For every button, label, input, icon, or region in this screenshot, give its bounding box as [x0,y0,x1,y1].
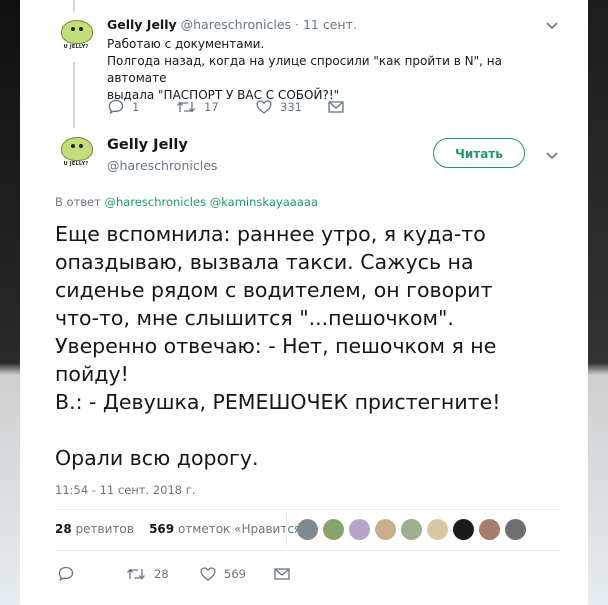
tweet-actions: 1 17 331 [108,99,344,114]
envelope-icon [328,100,344,113]
avatar-tag: U JELLY? [63,44,89,50]
like-button[interactable]: 331 [256,100,328,114]
like-button[interactable]: 569 [200,567,274,581]
retweet-stat-label: ретвитов [75,522,134,536]
tweet-timestamp[interactable]: 11:54 - 11 сент. 2018 г. [55,483,195,497]
retweet-icon [176,100,196,114]
retweet-icon [126,567,146,581]
tweet-card: U JELLY? Gelly Jelly @hareschronicles · … [20,0,588,605]
liker-avatar[interactable] [453,519,474,540]
reply-mentions[interactable]: @hareschronicles @kaminskayaaaaa [105,195,318,209]
retweet-button[interactable]: 28 [126,567,200,581]
like-stat[interactable]: 569 отметок «Нравится» [149,522,308,536]
envelope-icon [274,567,290,580]
avatar[interactable]: U JELLY? [56,17,96,57]
liker-avatar[interactable] [297,519,318,540]
thread-line [73,62,75,128]
jelly-logo-icon [61,20,93,44]
divider [286,512,287,548]
reply-button[interactable]: 1 [108,99,176,114]
reply-context: В ответ @hareschronicles @kaminskayaaaaa [55,195,318,209]
likers-avatars [297,519,531,540]
reply-icon [58,566,74,581]
tweet-text-line: Полгода назад, когда на улице спросили "… [107,54,502,85]
like-count: 331 [280,99,302,114]
retweet-count: 17 [204,99,219,114]
follow-button[interactable]: Читать [433,138,525,168]
author-handle[interactable]: @hareschronicles [181,17,291,32]
like-stat-label: отметок «Нравится» [177,522,309,536]
heart-icon [256,99,272,114]
liker-avatar[interactable] [505,519,526,540]
liker-avatar[interactable] [349,519,370,540]
background-photo-right [588,0,608,605]
reply-icon [108,99,124,114]
liker-avatar[interactable] [427,519,448,540]
author-name[interactable]: Gelly Jelly [107,17,177,32]
tweet-text-line: Работаю с документами. [107,37,265,51]
reply-button[interactable] [58,566,126,581]
reply-count: 1 [132,99,140,114]
liker-avatar[interactable] [401,519,422,540]
retweet-count: 28 [154,566,169,581]
avatar-tag: U JELLY? [63,161,89,167]
thread-line-top [73,0,75,12]
jelly-logo-icon [61,137,93,161]
liker-avatar[interactable] [375,519,396,540]
like-count: 569 [224,566,246,581]
heart-icon [200,566,216,581]
retweet-button[interactable]: 17 [176,100,256,114]
like-stat-count: 569 [149,522,175,536]
chevron-down-icon[interactable] [546,22,558,32]
reply-prefix: В ответ [55,195,101,209]
tweet-text: Работаю с документами. Полгода назад, ко… [107,36,557,104]
tweet-actions: 28 569 [58,566,290,581]
tweet-header: Gelly Jelly @hareschronicles · 11 сент. [107,17,357,32]
author-name[interactable]: Gelly Jelly [107,137,188,153]
liker-avatar[interactable] [323,519,344,540]
divider [55,509,560,510]
liker-avatar[interactable] [479,519,500,540]
message-button[interactable] [328,100,344,113]
author-handle[interactable]: @hareschronicles [107,158,217,173]
message-button[interactable] [274,567,290,580]
tweet-date[interactable]: · 11 сент. [295,17,357,32]
chevron-down-icon[interactable] [546,152,558,162]
tweet-text: Еще вспомнила: раннее утро, я куда-то оп… [55,222,501,470]
divider [55,550,560,551]
background-photo-left [0,0,20,605]
retweet-stat[interactable]: 28 ретвитов [55,522,134,536]
tweet-stats: 28 ретвитов 569 отметок «Нравится» [55,522,308,536]
retweet-stat-count: 28 [55,522,72,536]
avatar[interactable]: U JELLY? [56,134,96,174]
